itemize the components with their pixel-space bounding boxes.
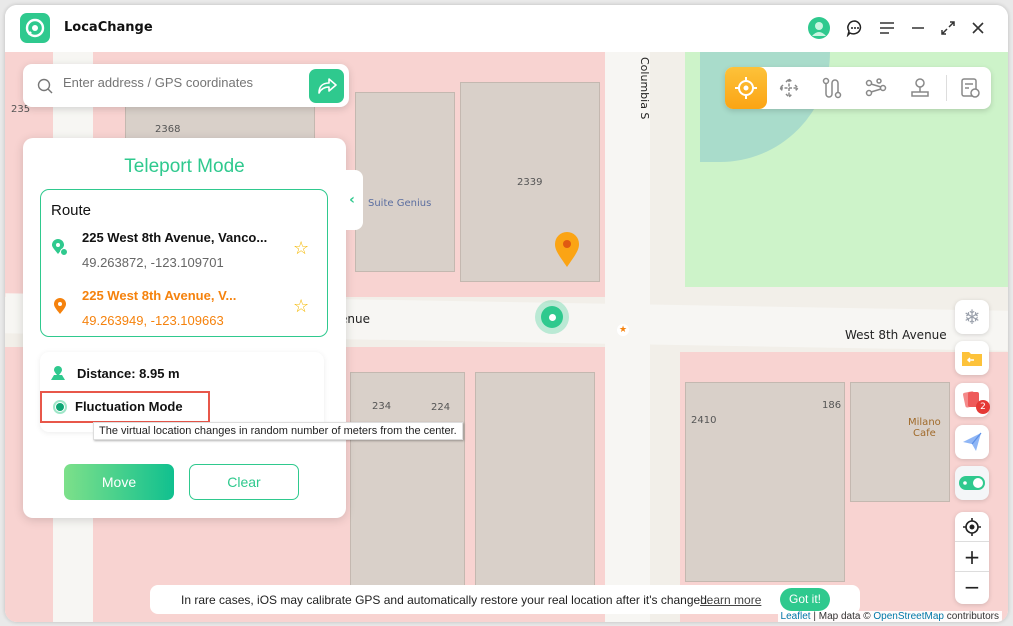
snowflake-icon: ❄ (963, 305, 981, 329)
route-icon (822, 77, 842, 99)
current-location-icon (535, 300, 569, 334)
multi-spot-mode-button[interactable] (855, 67, 897, 109)
end-address: 225 West 8th Avenue, V... (82, 288, 237, 303)
freeze-button[interactable]: ❄ (955, 300, 989, 334)
fullscreen-icon[interactable] (937, 17, 959, 39)
two-spot-mode-button[interactable] (811, 67, 853, 109)
start-address: 225 West 8th Avenue, Vanco... (82, 230, 268, 245)
paper-plane-icon (963, 432, 982, 451)
joystick-move-button[interactable] (768, 67, 810, 109)
panel-title: Teleport Mode (124, 156, 245, 177)
history-icon (961, 78, 980, 98)
fluctuation-tooltip: The virtual location changes in random n… (93, 422, 463, 440)
chat-icon[interactable] (844, 17, 866, 39)
zoom-in-button[interactable]: + (955, 542, 989, 572)
poi-label: Milano (908, 417, 941, 428)
street-label: West 8th Avenue (845, 328, 947, 342)
route-label: Route (51, 202, 92, 219)
search-icon (37, 78, 53, 94)
map-label: 186 (822, 400, 842, 411)
mode-toolbar (725, 67, 991, 109)
send-button[interactable] (955, 425, 989, 459)
title-bar: LocaChange (5, 5, 1008, 52)
map-attribution: Leaflet | Map data © OpenStreetMap contr… (777, 611, 1002, 622)
got-it-button[interactable]: Got it! (780, 588, 830, 611)
map-label: 2339 (517, 177, 543, 188)
star-poi-icon: ★ (617, 324, 629, 336)
move-button[interactable]: Move (64, 464, 174, 500)
app-window: LocaChange 2339 2368 235 234 224 2410 18… (5, 5, 1008, 622)
teleport-panel: Teleport Mode Route 225 West 8th Avenue,… (23, 138, 346, 518)
import-button[interactable] (955, 341, 989, 375)
fluctuation-label: Fluctuation Mode (75, 399, 183, 414)
joystick-icon (911, 78, 929, 97)
avatar-icon[interactable] (808, 17, 830, 39)
clear-button[interactable]: Clear (189, 464, 299, 500)
teleport-mode-button[interactable] (725, 67, 767, 109)
go-button[interactable] (309, 69, 344, 103)
poi-label: Cafe (913, 428, 936, 439)
distance-icon (51, 366, 65, 380)
attribution-text: contributors (943, 611, 999, 622)
building (685, 382, 845, 582)
share-arrow-icon (317, 78, 337, 94)
search-input[interactable] (63, 75, 303, 90)
zoom-controls: + − (955, 512, 989, 604)
map-label: 2368 (155, 124, 181, 135)
map-label: 2410 (691, 415, 717, 426)
locate-me-button[interactable] (955, 512, 989, 542)
notification-badge: 2 (976, 400, 990, 414)
move-arrows-icon (778, 77, 800, 99)
start-location-icon (52, 239, 68, 256)
multi-route-icon (865, 78, 887, 97)
map-view[interactable]: 2339 2368 235 234 224 2410 186 Suite Gen… (5, 52, 1008, 622)
ios-notice-banner: In rare cases, iOS may calibrate GPS and… (150, 585, 860, 614)
start-coords: 49.263872, -123.109701 (82, 255, 224, 270)
menu-icon[interactable] (876, 17, 898, 39)
distance-text: Distance: 8.95 m (77, 366, 180, 381)
building (475, 372, 595, 602)
fluctuation-radio[interactable] (53, 400, 67, 414)
collapse-panel-button[interactable]: ‹ (341, 170, 363, 230)
app-title: LocaChange (64, 20, 153, 35)
road-columbia (605, 52, 650, 622)
zoom-out-button[interactable]: − (955, 572, 989, 602)
map-label: 224 (431, 402, 451, 413)
cards-button[interactable]: 2 (955, 383, 990, 417)
street-label: Columbia S (638, 57, 651, 120)
toggle-icon (959, 476, 985, 490)
folder-import-icon (962, 352, 982, 366)
poi-label: Suite Genius (368, 198, 432, 209)
info-box: Distance: 8.95 m Fluctuation Mode (40, 352, 324, 432)
fluctuation-mode-option[interactable]: Fluctuation Mode (40, 391, 210, 423)
history-button[interactable] (949, 67, 991, 109)
osm-link[interactable]: OpenStreetMap (873, 611, 944, 622)
favorite-end-star-icon[interactable]: ☆ (293, 296, 309, 317)
locate-icon (963, 517, 981, 536)
minimize-icon[interactable] (907, 17, 929, 39)
app-logo (20, 13, 50, 43)
route-box: Route 225 West 8th Avenue, Vanco... 49.2… (40, 189, 328, 337)
crosshair-icon (735, 77, 757, 99)
building (355, 92, 455, 272)
close-icon[interactable] (967, 17, 989, 39)
learn-more-link[interactable]: Learn more (700, 593, 761, 607)
destination-pin-icon[interactable] (554, 232, 580, 272)
divider (946, 75, 947, 101)
notice-text: In rare cases, iOS may calibrate GPS and… (181, 593, 711, 607)
search-bar (23, 64, 349, 107)
destination-location-icon (54, 298, 66, 314)
attribution-text: | Map data © (810, 611, 874, 622)
favorite-start-star-icon[interactable]: ☆ (293, 238, 309, 259)
leaflet-link[interactable]: Leaflet (781, 611, 811, 622)
joystick-mode-button[interactable] (899, 67, 941, 109)
map-label: 234 (372, 401, 392, 412)
building (850, 382, 950, 502)
end-coords: 49.263949, -123.109663 (82, 313, 224, 328)
toggle-button[interactable] (955, 466, 989, 500)
